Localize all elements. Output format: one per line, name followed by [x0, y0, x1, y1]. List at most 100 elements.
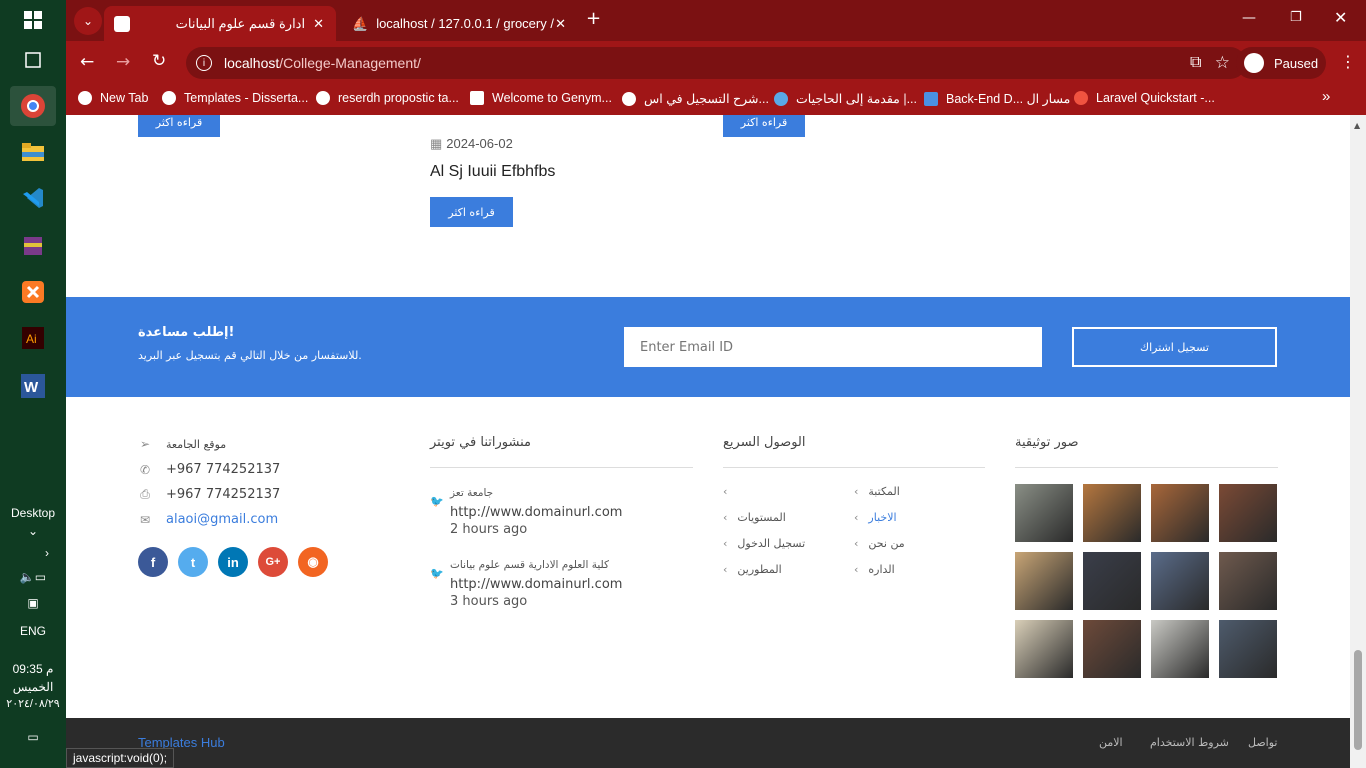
- quick-link-levels[interactable]: ‹ المستويات: [723, 511, 786, 524]
- quick-link-library[interactable]: ‹ المكتبة: [854, 485, 900, 498]
- language-indicator[interactable]: ENG: [0, 624, 66, 638]
- read-more-button[interactable]: قراءه اكثر: [723, 115, 805, 137]
- tweet-link[interactable]: http://www.domainurl.com: [450, 505, 622, 520]
- twitter-icon[interactable]: t: [178, 547, 208, 577]
- chevron-left-icon: ‹: [723, 537, 728, 550]
- linkedin-icon[interactable]: in: [218, 547, 248, 577]
- tweet-link[interactable]: http://www.domainurl.com: [450, 577, 622, 592]
- favicon-icon: [114, 15, 130, 32]
- notification-icon[interactable]: ▭: [0, 730, 66, 744]
- quick-link-login[interactable]: ‹ تسجيل الدخول: [723, 537, 805, 550]
- bookmark-item[interactable]: New Tab: [78, 91, 148, 105]
- bookmark-icon: [78, 91, 92, 105]
- task-view-icon[interactable]: [10, 40, 56, 80]
- close-window-button[interactable]: ✕: [1334, 8, 1347, 27]
- gallery-photo[interactable]: [1151, 484, 1209, 542]
- quick-link-empty[interactable]: ‹: [723, 485, 737, 498]
- footer-link-terms[interactable]: شروط الاستخدام: [1150, 736, 1229, 749]
- tab-phpmyadmin[interactable]: ⛵ localhost / 127.0.0.1 / grocery / ✕: [344, 6, 576, 41]
- desktop-label[interactable]: Desktop: [0, 506, 66, 520]
- minimize-button[interactable]: —: [1242, 10, 1256, 26]
- clock-day[interactable]: الخميس: [0, 680, 66, 694]
- gallery-photo[interactable]: [1015, 620, 1073, 678]
- close-icon[interactable]: ✕: [555, 16, 566, 32]
- read-more-button[interactable]: قراءه اكثر: [138, 115, 220, 137]
- scrollbar-thumb[interactable]: [1354, 650, 1362, 750]
- gallery-photo[interactable]: [1083, 552, 1141, 610]
- gallery-photo[interactable]: [1083, 620, 1141, 678]
- envelope-icon: ✉: [139, 512, 151, 527]
- bookmark-item[interactable]: Laravel Quickstart -...: [1074, 91, 1215, 105]
- clock-time[interactable]: 09:35 م: [0, 662, 66, 676]
- bookmark-item[interactable]: reserdh propostic ta...: [316, 91, 459, 105]
- vscode-icon[interactable]: [10, 178, 56, 218]
- quick-link-news[interactable]: ‹ الاخبار: [854, 511, 897, 524]
- avatar: [1244, 53, 1264, 73]
- quick-link-about[interactable]: ‹ من نحن: [854, 537, 905, 550]
- more-bookmarks-icon[interactable]: »: [1322, 88, 1330, 105]
- chevron-left-icon: ‹: [854, 511, 859, 524]
- page-scrollbar[interactable]: ▲: [1350, 115, 1366, 768]
- bookmark-item[interactable]: Welcome to Genym...: [470, 91, 612, 105]
- gallery-photo[interactable]: [1151, 620, 1209, 678]
- gallery-photo[interactable]: [1219, 484, 1277, 542]
- google-plus-icon[interactable]: G+: [258, 547, 288, 577]
- bookmark-icon: [622, 91, 636, 106]
- email-input[interactable]: [624, 327, 1042, 367]
- forward-icon[interactable]: →: [116, 52, 130, 72]
- winrar-icon[interactable]: [10, 226, 56, 266]
- volume-battery-icon[interactable]: 🔈▭: [0, 570, 66, 584]
- new-tab-button[interactable]: +: [586, 8, 601, 29]
- reload-icon[interactable]: ↻: [152, 51, 166, 71]
- google-icon: [316, 91, 330, 105]
- tab-search-icon[interactable]: ⌄: [74, 7, 102, 35]
- address-bar[interactable]: i localhost/College-Management/ ☆: [186, 47, 1246, 79]
- news-title[interactable]: Al Sj Iuuii Efbhfbs: [430, 163, 555, 181]
- xampp-icon[interactable]: [10, 272, 56, 312]
- chevron-left-icon: ‹: [723, 511, 728, 524]
- contact-email[interactable]: ✉ alaoi@gmail.com: [138, 512, 278, 527]
- facebook-icon[interactable]: f: [138, 547, 168, 577]
- scroll-up-icon[interactable]: ▲: [1354, 121, 1360, 130]
- chrome-icon[interactable]: [10, 86, 56, 126]
- bookmark-item[interactable]: شرح التسجيل في اس...: [622, 91, 769, 106]
- bookmark-star-icon[interactable]: ☆: [1215, 53, 1230, 73]
- tab-college-management[interactable]: ادارة قسم علوم البيانات ✕: [104, 6, 336, 41]
- profile-button[interactable]: Paused: [1236, 47, 1326, 79]
- quick-links-heading: الوصول السريع: [723, 435, 806, 450]
- gallery-photo[interactable]: [1219, 552, 1277, 610]
- extensions-icon[interactable]: ⧉: [1190, 52, 1201, 72]
- windows-start-icon[interactable]: [10, 0, 56, 40]
- footer-link-contact[interactable]: تواصل: [1248, 736, 1277, 749]
- bookmark-item[interactable]: Templates - Disserta...: [162, 91, 308, 105]
- chevron-down-icon[interactable]: ⌄: [0, 524, 66, 538]
- read-more-button[interactable]: قراءه اكثر: [430, 197, 513, 227]
- contact-phone: ✆ +967 774252137: [139, 462, 281, 477]
- footer-link-security[interactable]: الامن: [1099, 736, 1123, 749]
- quick-link-developers[interactable]: ‹ المطورين: [723, 563, 782, 576]
- site-info-icon[interactable]: i: [196, 55, 212, 71]
- gallery-photo[interactable]: [1083, 484, 1141, 542]
- back-icon[interactable]: ←: [80, 52, 94, 72]
- bookmark-icon: [162, 91, 176, 105]
- subscribe-text: للاستفسار من خلال التالي قم بتسجيل عبر ا…: [138, 349, 362, 362]
- menu-icon[interactable]: ⋮: [1340, 52, 1356, 71]
- svg-text:W: W: [24, 379, 39, 396]
- network-icon[interactable]: ▣: [0, 596, 66, 610]
- clock-date[interactable]: ٢٠٢٤/٠٨/٢٩: [0, 697, 66, 710]
- word-icon[interactable]: W: [10, 366, 56, 406]
- subscribe-button[interactable]: تسجيل اشتراك: [1072, 327, 1277, 367]
- gallery-photo[interactable]: [1015, 552, 1073, 610]
- printer-icon: ⎙: [140, 487, 150, 501]
- file-explorer-icon[interactable]: [10, 132, 56, 172]
- bookmark-item[interactable]: مقدمة إلى الحاجيات |...: [774, 91, 917, 106]
- gallery-photo[interactable]: [1151, 552, 1209, 610]
- restore-button[interactable]: ❐: [1290, 10, 1302, 25]
- gallery-photo[interactable]: [1015, 484, 1073, 542]
- rss-icon[interactable]: ◉: [298, 547, 328, 577]
- quick-link-admin[interactable]: ‹ الداره: [854, 563, 895, 576]
- bookmark-item[interactable]: Back-End D... مسار ال: [924, 91, 1070, 106]
- close-icon[interactable]: ✕: [313, 16, 324, 32]
- gallery-photo[interactable]: [1219, 620, 1277, 678]
- illustrator-icon[interactable]: Ai: [10, 318, 56, 358]
